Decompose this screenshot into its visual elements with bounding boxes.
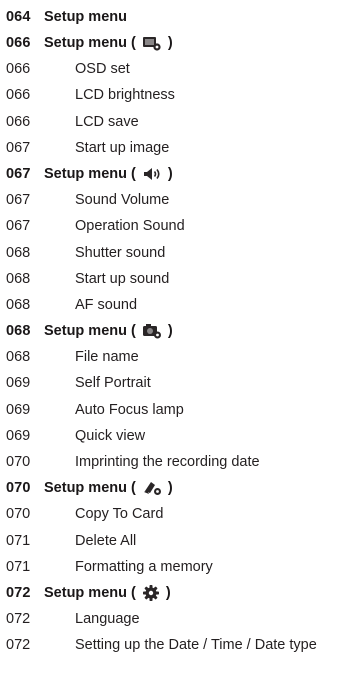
page-number: 066: [6, 87, 31, 104]
toc-entry[interactable]: 069 Self Portrait: [0, 371, 356, 397]
entry-title: File name: [75, 349, 139, 366]
memory-settings-icon: [142, 480, 162, 496]
entry-title: Delete All: [75, 532, 137, 549]
page-number: 067: [6, 192, 31, 209]
toc-entry[interactable]: 066 Setup menu ( ): [0, 30, 356, 56]
page-number: 072: [6, 584, 31, 601]
page-number: 066: [6, 113, 31, 130]
entry-title: AF sound: [75, 296, 138, 313]
page-number: 067: [6, 165, 31, 182]
toc-entry[interactable]: 070 Copy To Card: [0, 502, 356, 528]
toc-entry[interactable]: 072 Setting up the Date / Time / Date ty…: [0, 633, 356, 659]
page-number: 064: [6, 8, 31, 25]
display-settings-icon: [142, 35, 162, 51]
entry-title: Quick view: [75, 427, 146, 444]
entry-title: Sound Volume: [75, 192, 170, 209]
toc-entry[interactable]: 070 Setup menu ( ): [0, 475, 356, 501]
toc-entry[interactable]: 070 Imprinting the recording date: [0, 449, 356, 475]
page-number: 068: [6, 270, 31, 287]
page-number: 067: [6, 139, 31, 156]
entry-title: Start up image: [75, 139, 170, 156]
toc-entry[interactable]: 068 AF sound: [0, 292, 356, 318]
toc-entry[interactable]: 066 LCD brightness: [0, 83, 356, 109]
entry-title: Setup menu ( ): [44, 35, 173, 51]
entry-title: Self Portrait: [75, 375, 151, 392]
toc-entry[interactable]: 072 Language: [0, 606, 356, 632]
entry-title: Setup menu ( ): [44, 480, 173, 496]
entry-title: Setup menu ( ): [44, 323, 173, 339]
toc-entry[interactable]: 066 LCD save: [0, 109, 356, 135]
toc-entry[interactable]: 067 Start up image: [0, 135, 356, 161]
camera-settings-icon: [142, 323, 162, 339]
entry-title: Auto Focus lamp: [75, 401, 184, 418]
entry-title: Setup menu: [44, 8, 127, 25]
entry-title: Operation Sound: [75, 218, 185, 235]
entry-title: LCD save: [75, 113, 139, 130]
gear-icon: [142, 584, 160, 602]
entry-title-close: ): [165, 584, 171, 601]
toc-entry[interactable]: 072 Setup menu ( ): [0, 580, 356, 606]
page-number: 068: [6, 349, 31, 366]
entry-title-text: Setup menu (: [44, 480, 136, 497]
page-number: 068: [6, 244, 31, 261]
toc-entry[interactable]: 069 Quick view: [0, 423, 356, 449]
entry-title-close: ): [167, 35, 173, 52]
entry-title: Imprinting the recording date: [75, 454, 260, 471]
page-number: 068: [6, 296, 31, 313]
entry-title: Language: [75, 611, 140, 628]
toc-entry[interactable]: 067 Operation Sound: [0, 214, 356, 240]
toc-entry[interactable]: 068 Setup menu ( ): [0, 318, 356, 344]
entry-title-text: Setup menu (: [44, 165, 136, 182]
toc-entry[interactable]: 067 Sound Volume: [0, 187, 356, 213]
page-number: 071: [6, 558, 31, 575]
table-of-contents: 064 Setup menu 066 Setup menu ( ) 066 OS…: [0, 4, 356, 659]
toc-entry[interactable]: 068 Start up sound: [0, 266, 356, 292]
page-number: 069: [6, 375, 31, 392]
entry-title-close: ): [167, 323, 173, 340]
entry-title: Setting up the Date / Time / Date type: [75, 637, 317, 654]
toc-entry[interactable]: 069 Auto Focus lamp: [0, 397, 356, 423]
page-number: 072: [6, 611, 31, 628]
toc-entry[interactable]: 071 Delete All: [0, 528, 356, 554]
entry-title: OSD set: [75, 61, 130, 78]
page-number: 066: [6, 35, 31, 52]
page-number: 070: [6, 454, 31, 471]
entry-title-close: ): [167, 480, 173, 497]
entry-title-close: ): [167, 165, 173, 182]
toc-entry[interactable]: 064 Setup menu: [0, 4, 356, 30]
entry-title-text: Setup menu (: [44, 35, 136, 52]
toc-entry[interactable]: 071 Formatting a memory: [0, 554, 356, 580]
toc-entry[interactable]: 068 File name: [0, 344, 356, 370]
entry-title: Setup menu ( ): [44, 167, 173, 182]
toc-entry[interactable]: 066 OSD set: [0, 56, 356, 82]
entry-title: Formatting a memory: [75, 558, 213, 575]
entry-title-text: Setup menu (: [44, 323, 136, 340]
entry-title: Copy To Card: [75, 506, 164, 523]
page-number: 067: [6, 218, 31, 235]
entry-title-text: Setup menu (: [44, 584, 136, 601]
page-number: 071: [6, 532, 31, 549]
entry-title: Setup menu ( ): [44, 584, 171, 602]
page-number: 070: [6, 480, 31, 497]
page-number: 072: [6, 637, 31, 654]
page-number: 066: [6, 61, 31, 78]
page-number: 069: [6, 401, 31, 418]
entry-title: Shutter sound: [75, 244, 166, 261]
entry-title: Start up sound: [75, 270, 170, 287]
page-number: 070: [6, 506, 31, 523]
page-number: 068: [6, 323, 31, 340]
speaker-icon: [142, 167, 162, 181]
toc-entry[interactable]: 067 Setup menu ( ): [0, 161, 356, 187]
page-number: 069: [6, 427, 31, 444]
entry-title: LCD brightness: [75, 87, 175, 104]
toc-entry[interactable]: 068 Shutter sound: [0, 240, 356, 266]
